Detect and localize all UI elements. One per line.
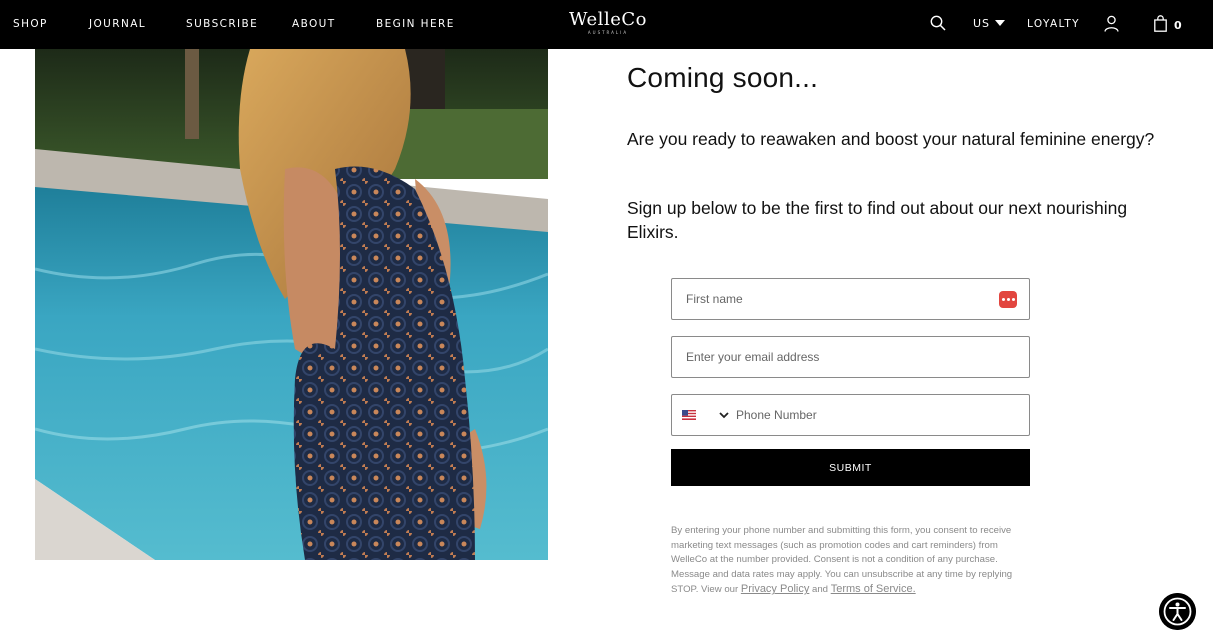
region-selector[interactable]: US [973,17,990,30]
signup-paragraph: Sign up below to be the first to find ou… [627,198,1128,242]
hero-image [35,49,548,560]
terms-of-service-link[interactable]: Terms of Service. [831,583,916,595]
logo-subtitle: AUSTRALIA [587,30,629,35]
logo-wordmark: WelleCo [569,9,647,30]
nav-about-link[interactable]: ABOUT [292,18,336,30]
chevron-down-icon[interactable] [718,409,730,421]
first-name-field [671,278,1030,320]
autofill-dots-icon[interactable] [999,291,1017,308]
top-nav: SHOP JOURNAL SUBSCRIBE ABOUT BEGIN HERE … [0,0,1213,49]
intro-paragraph: Are you ready to reawaken and boost your… [627,129,1155,149]
shopping-bag-icon[interactable] [1154,15,1167,32]
consent-and: and [812,584,829,596]
search-icon[interactable] [930,15,946,31]
us-flag-icon[interactable] [682,410,696,420]
page-title: Coming soon... [627,62,819,93]
sms-consent-text: By entering your phone number and submit… [671,524,1033,598]
cart-count[interactable]: 0 [1174,19,1182,32]
nav-shop-link[interactable]: SHOP [13,18,48,30]
email-field [671,336,1030,378]
accessibility-icon[interactable] [1159,593,1196,630]
chevron-down-icon[interactable] [995,20,1005,26]
privacy-policy-link[interactable]: Privacy Policy [741,583,809,595]
submit-button[interactable]: SUBMIT [671,449,1030,486]
brand-logo[interactable]: WelleCo AUSTRALIA [569,9,647,36]
phone-field [671,394,1030,436]
first-name-input[interactable] [672,279,1029,319]
user-icon[interactable] [1104,15,1119,32]
nav-journal-link[interactable]: JOURNAL [89,18,146,30]
loyalty-link[interactable]: LOYALTY [1027,18,1080,30]
woman-by-pool-photo [35,49,548,560]
nav-begin-here-link[interactable]: BEGIN HERE [376,18,455,30]
email-input[interactable] [672,337,1029,377]
nav-subscribe-link[interactable]: SUBSCRIBE [186,18,258,30]
